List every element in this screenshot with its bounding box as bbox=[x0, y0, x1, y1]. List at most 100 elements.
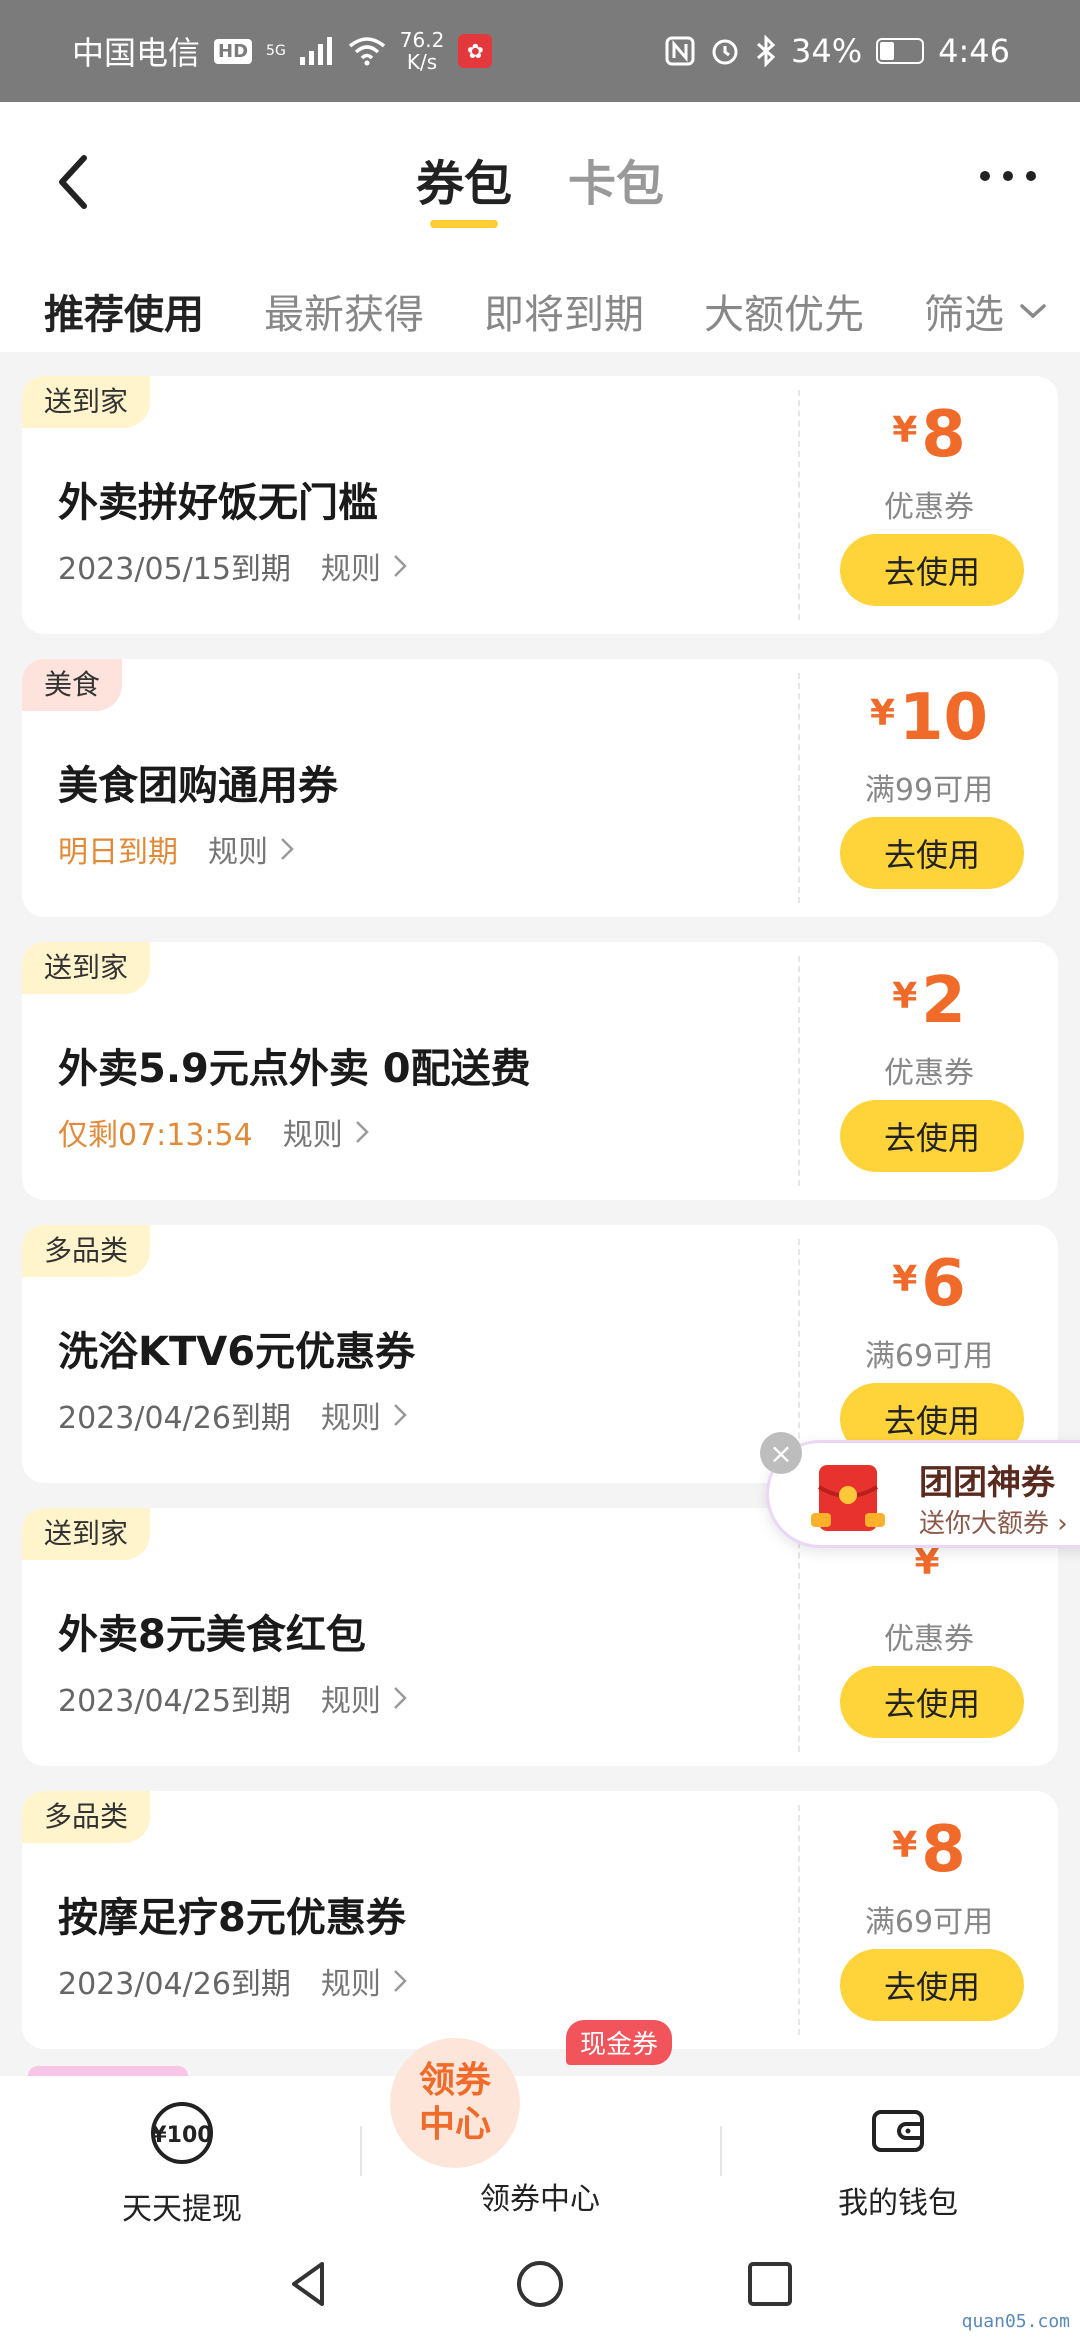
page-header: 券包 卡包 推荐使用 最新获得 即将到期 大额优先 筛选 bbox=[0, 102, 1080, 352]
network-type: 5G bbox=[266, 42, 286, 59]
more-icon[interactable] bbox=[980, 166, 1036, 186]
promo-close-button[interactable]: × bbox=[760, 1432, 802, 1474]
coupon-tag: 送到家 bbox=[22, 376, 151, 428]
nav-item-wallet[interactable]: 我的钱包 bbox=[778, 2100, 1018, 2222]
coupon-expiry: 2023/04/26到期 bbox=[58, 1401, 291, 1436]
coupon-condition: 满69可用 bbox=[864, 1905, 994, 1940]
use-coupon-button[interactable]: 去使用 bbox=[840, 1949, 1024, 2021]
rule-label: 规则 bbox=[282, 1118, 343, 1153]
coupon-rule-link[interactable]: 规则 bbox=[321, 1393, 407, 1437]
coin-100-icon: ¥100 bbox=[151, 2102, 213, 2164]
coupon-tag: 送到家 bbox=[22, 1508, 151, 1560]
speed-unit: K/s bbox=[406, 50, 438, 74]
filter-dropdown-label: 筛选 bbox=[924, 292, 1004, 338]
hd-icon: HD bbox=[214, 38, 253, 64]
coupon-amount: ¥8 bbox=[800, 398, 1058, 472]
amount-value: 6 bbox=[921, 1247, 966, 1321]
status-right: 34% 4:46 bbox=[665, 32, 1010, 70]
chevron-right-icon bbox=[355, 1121, 369, 1143]
system-back-icon[interactable] bbox=[282, 2256, 338, 2312]
wifi-icon bbox=[348, 37, 385, 66]
chevron-down-icon bbox=[1020, 304, 1046, 319]
next-card-peek bbox=[28, 2066, 188, 2076]
tab-cards[interactable]: 卡包 bbox=[568, 144, 664, 228]
amount-value: 8 bbox=[921, 1813, 966, 1887]
speed-value: 76.2 bbox=[399, 28, 445, 52]
cash-coupon-badge: 现金券 bbox=[566, 2020, 673, 2065]
bluetooth-icon bbox=[757, 35, 776, 67]
coupon-meta: 2023/04/25到期 规则 bbox=[58, 1676, 407, 1720]
chevron-right-icon: › bbox=[1057, 1509, 1068, 1539]
promo-subtitle: 送你大额券 › bbox=[919, 1503, 1068, 1540]
coin-100-text: ¥100 bbox=[151, 2123, 212, 2148]
coupon-card[interactable]: 多品类 按摩足疗8元优惠券 2023/04/26到期 规则 ¥8 满69可用 去… bbox=[22, 1791, 1058, 2049]
wallet-icon bbox=[872, 2110, 924, 2152]
coupon-card[interactable]: 送到家 外卖拼好饭无门槛 2023/05/15到期 规则 ¥8 优惠券 去使用 bbox=[22, 376, 1058, 634]
system-home-icon[interactable] bbox=[512, 2256, 568, 2312]
clock: 4:46 bbox=[938, 32, 1010, 70]
coupon-value-area: ¥8 优惠券 去使用 bbox=[800, 376, 1058, 634]
coupon-rule-link[interactable]: 规则 bbox=[283, 1110, 369, 1154]
coupon-rule-link[interactable]: 规则 bbox=[321, 1676, 407, 1720]
chevron-right-icon bbox=[394, 1404, 407, 1426]
filter-expiring[interactable]: 即将到期 bbox=[484, 282, 644, 340]
nav-label-withdraw: 天天提现 bbox=[122, 2192, 242, 2227]
use-coupon-button[interactable]: 去使用 bbox=[840, 817, 1024, 889]
coupon-meta: 2023/04/26到期 规则 bbox=[58, 1959, 407, 2003]
nfc-icon bbox=[665, 36, 695, 66]
coupon-rule-link[interactable]: 规则 bbox=[208, 827, 294, 871]
chevron-right-icon bbox=[394, 1970, 407, 1992]
use-coupon-button[interactable]: 去使用 bbox=[840, 1100, 1024, 1172]
use-coupon-button[interactable]: 去使用 bbox=[840, 534, 1024, 606]
nav-label-coupon-center[interactable]: 领券中心 bbox=[420, 2174, 660, 2218]
coupon-expiry: 2023/05/15到期 bbox=[58, 552, 291, 587]
currency-symbol: ¥ bbox=[892, 1259, 918, 1300]
coupon-title: 外卖拼好饭无门槛 bbox=[58, 480, 378, 526]
currency-symbol: ¥ bbox=[892, 410, 918, 451]
coupon-amount: ¥2 bbox=[800, 964, 1058, 1038]
promo-floating-banner[interactable]: 团团神券 送你大额券 › bbox=[766, 1440, 1080, 1548]
amount-value: 10 bbox=[899, 681, 989, 755]
coupon-condition: 优惠券 bbox=[884, 1056, 974, 1091]
filter-large-first[interactable]: 大额优先 bbox=[704, 282, 864, 340]
filter-dropdown[interactable]: 筛选 bbox=[924, 282, 1048, 340]
coupon-expiry: 2023/04/26到期 bbox=[58, 1967, 291, 2002]
rule-label: 规则 bbox=[320, 1684, 381, 1719]
coupon-list: 送到家 外卖拼好饭无门槛 2023/05/15到期 规则 ¥8 优惠券 去使用 … bbox=[22, 376, 1058, 2074]
coupon-tag: 美食 bbox=[22, 659, 123, 711]
amount-value: 8 bbox=[921, 398, 966, 472]
tab-coupons[interactable]: 券包 bbox=[416, 144, 512, 228]
currency-symbol: ¥ bbox=[869, 693, 895, 734]
rule-label: 规则 bbox=[208, 835, 268, 870]
coupon-condition: 优惠券 bbox=[884, 490, 974, 525]
coupon-title: 按摩足疗8元优惠券 bbox=[58, 1895, 406, 1941]
battery-percent: 34% bbox=[791, 32, 863, 70]
coupon-rule-link[interactable]: 规则 bbox=[321, 544, 407, 588]
coupon-title: 美食团购通用券 bbox=[58, 763, 338, 809]
coupon-title: 外卖5.9元点外卖 0配送费 bbox=[58, 1046, 531, 1092]
watermark: quan05.com bbox=[961, 2311, 1070, 2332]
filter-recommended[interactable]: 推荐使用 bbox=[44, 282, 204, 340]
nav-item-withdraw[interactable]: ¥100 天天提现 bbox=[62, 2100, 302, 2228]
filter-bar: 推荐使用 最新获得 即将到期 大额优先 筛选 bbox=[44, 282, 1056, 340]
filter-newest[interactable]: 最新获得 bbox=[264, 282, 424, 340]
coupon-tag: 多品类 bbox=[22, 1791, 151, 1843]
coupon-amount: ¥6 bbox=[800, 1247, 1058, 1321]
coupon-rule-link[interactable]: 规则 bbox=[321, 1959, 407, 2003]
system-nav-bar: quan05.com bbox=[0, 2228, 1080, 2340]
alarm-icon bbox=[712, 39, 738, 65]
currency-symbol: ¥ bbox=[914, 1542, 940, 1583]
coupon-tag: 送到家 bbox=[22, 942, 151, 994]
top-tabs: 券包 卡包 bbox=[0, 144, 1080, 228]
coupon-card[interactable]: 美食 美食团购通用券 明日到期 规则 ¥10 满99可用 去使用 bbox=[22, 659, 1058, 917]
coupon-condition: 满99可用 bbox=[864, 773, 994, 808]
use-coupon-button[interactable]: 去使用 bbox=[840, 1666, 1024, 1738]
system-recents-icon[interactable] bbox=[742, 2256, 798, 2312]
rule-label: 规则 bbox=[320, 552, 381, 587]
coupon-condition: 满69可用 bbox=[864, 1339, 994, 1374]
currency-symbol: ¥ bbox=[892, 976, 918, 1017]
coupon-center-badge[interactable]: 领券 中心 bbox=[390, 2038, 520, 2168]
net-speed: 76.2 K/s bbox=[400, 29, 445, 73]
coupon-card[interactable]: 送到家 外卖5.9元点外卖 0配送费 仅剩07:13:54 规则 ¥2 优惠券 … bbox=[22, 942, 1058, 1200]
coupon-meta: 2023/05/15到期 规则 bbox=[58, 544, 407, 588]
